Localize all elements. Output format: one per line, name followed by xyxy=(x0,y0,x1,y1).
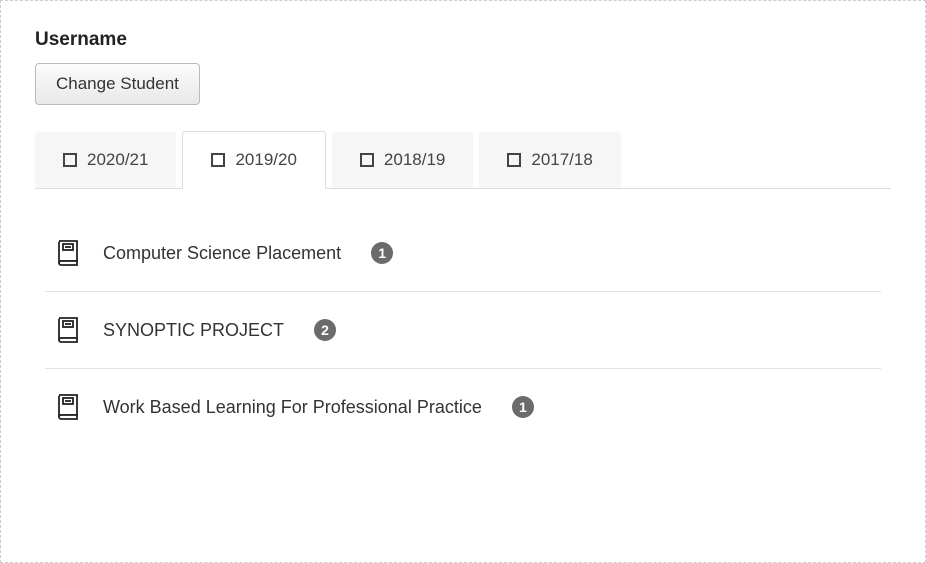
book-icon xyxy=(55,239,81,267)
square-icon xyxy=(211,153,225,167)
count-badge: 2 xyxy=(314,319,336,341)
list-item[interactable]: Work Based Learning For Professional Pra… xyxy=(45,369,881,445)
page-container: Username Change Student 2020/21 2019/20 … xyxy=(0,0,926,563)
count-badge: 1 xyxy=(512,396,534,418)
count-badge: 1 xyxy=(371,242,393,264)
square-icon xyxy=(360,153,374,167)
course-title: SYNOPTIC PROJECT xyxy=(103,320,284,341)
square-icon xyxy=(507,153,521,167)
tab-2017-18[interactable]: 2017/18 xyxy=(479,132,620,189)
tab-2018-19[interactable]: 2018/19 xyxy=(332,132,473,189)
tab-2020-21[interactable]: 2020/21 xyxy=(35,132,176,189)
year-tabs: 2020/21 2019/20 2018/19 2017/18 xyxy=(35,131,891,189)
list-item[interactable]: SYNOPTIC PROJECT 2 xyxy=(45,292,881,369)
tab-2019-20[interactable]: 2019/20 xyxy=(182,131,325,189)
course-title: Work Based Learning For Professional Pra… xyxy=(103,397,482,418)
course-list: Computer Science Placement 1 SYNOPTIC PR… xyxy=(35,229,891,445)
tab-label: 2020/21 xyxy=(87,150,148,170)
username-label: Username xyxy=(35,29,891,51)
course-title: Computer Science Placement xyxy=(103,243,341,264)
list-item[interactable]: Computer Science Placement 1 xyxy=(45,229,881,292)
square-icon xyxy=(63,153,77,167)
tab-label: 2019/20 xyxy=(235,150,296,170)
change-student-button[interactable]: Change Student xyxy=(35,63,200,105)
tab-label: 2018/19 xyxy=(384,150,445,170)
tab-label: 2017/18 xyxy=(531,150,592,170)
book-icon xyxy=(55,393,81,421)
book-icon xyxy=(55,316,81,344)
